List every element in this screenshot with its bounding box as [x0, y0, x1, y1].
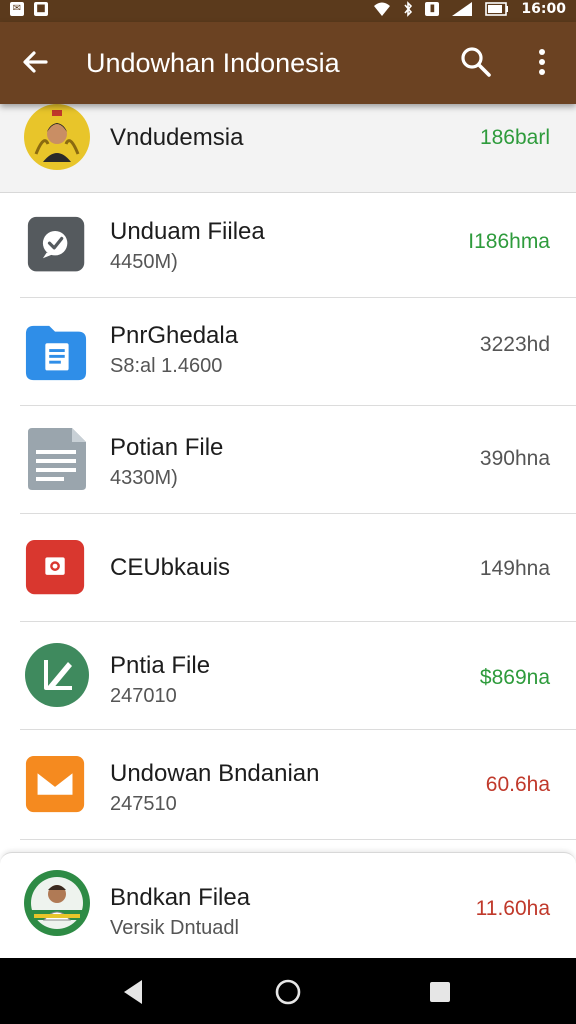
folder-icon: [25, 325, 87, 381]
item-title: PnrGhedala: [110, 322, 239, 349]
bluetooth-icon: [404, 1, 413, 17]
search-icon[interactable]: [458, 44, 494, 80]
item-value: 60.6ha: [485, 773, 550, 796]
item-value: $869na: [479, 666, 550, 689]
arrow-left-icon[interactable]: [18, 44, 54, 80]
divider: [20, 839, 576, 840]
portrait-avatar-icon: [24, 870, 90, 936]
more-vert-icon[interactable]: [524, 44, 560, 80]
list-item[interactable]: PnrGhedala S8:al 1.4600 3223hd: [0, 298, 576, 406]
list-item[interactable]: Unduam Fiilea 4450M) I186hma: [0, 192, 576, 298]
list-item[interactable]: Bndkan Filea Versik Dntuadl 11.60ha: [0, 852, 576, 959]
item-value: I186hma: [468, 230, 550, 253]
item-subtitle: S8:al 1.4600: [110, 355, 223, 377]
portrait-avatar-icon: [24, 104, 90, 170]
app-toolbar: Undowhan Indonesia: [0, 22, 576, 104]
mail-icon: [25, 755, 85, 813]
item-title: Potian File: [110, 434, 224, 461]
item-subtitle: Versik Dntuadl: [110, 917, 239, 939]
camera-icon: [25, 539, 85, 595]
list-item[interactable]: Undowan Bndanian 247510 60.6ha: [0, 730, 576, 840]
nav-recents-icon[interactable]: [424, 976, 456, 1008]
item-subtitle: 247010: [110, 685, 177, 707]
signal-icon: [452, 2, 473, 16]
status-time: 16:00: [521, 1, 566, 17]
nav-home-icon[interactable]: [272, 976, 304, 1008]
sim-icon: ▮: [425, 2, 440, 16]
list-item[interactable]: Pntia File 247010 $869na: [0, 622, 576, 730]
item-title: CEUbkauis: [110, 554, 231, 581]
nav-back-icon[interactable]: [118, 976, 150, 1008]
item-title: Undowan Bndanian: [110, 760, 320, 787]
item-value: 3223hd: [479, 333, 550, 356]
item-value: 390hna: [479, 447, 550, 470]
item-subtitle: 4330M): [110, 467, 178, 489]
item-value: 11.60ha: [475, 897, 550, 920]
battery-icon: [485, 2, 509, 16]
file-list: Vndudemsia 186barl Unduam Fiilea 4450M) …: [0, 104, 576, 959]
item-value: 149hna: [479, 557, 550, 580]
item-title: Vndudemsia: [110, 124, 244, 151]
item-subtitle: 247510: [110, 793, 177, 815]
item-title: Bndkan Filea: [110, 884, 251, 911]
toolbar-title: Undowhan Indonesia: [86, 48, 340, 78]
edit-icon: [25, 643, 89, 707]
list-item[interactable]: CEUbkauis 149hna: [0, 514, 576, 622]
notification-icon: ■: [34, 2, 48, 16]
wifi-icon: [374, 2, 391, 16]
notification-icon: ✉: [10, 2, 24, 16]
system-nav-bar: [0, 958, 576, 1024]
status-bar: ✉ ■ ▮ 16:00: [0, 0, 576, 22]
item-value: 186barl: [479, 126, 550, 149]
list-item[interactable]: Vndudemsia 186barl: [0, 104, 576, 193]
status-right: ▮ 16:00: [373, 1, 566, 17]
item-title: Unduam Fiilea: [110, 218, 265, 245]
item-subtitle: 4450M): [110, 251, 178, 273]
status-left: ✉ ■: [10, 2, 48, 16]
item-title: Pntia File: [110, 652, 211, 679]
chat-bubble-icon: [27, 216, 85, 272]
document-icon: [28, 428, 86, 490]
list-item[interactable]: Potian File 4330M) 390hna: [0, 406, 576, 514]
